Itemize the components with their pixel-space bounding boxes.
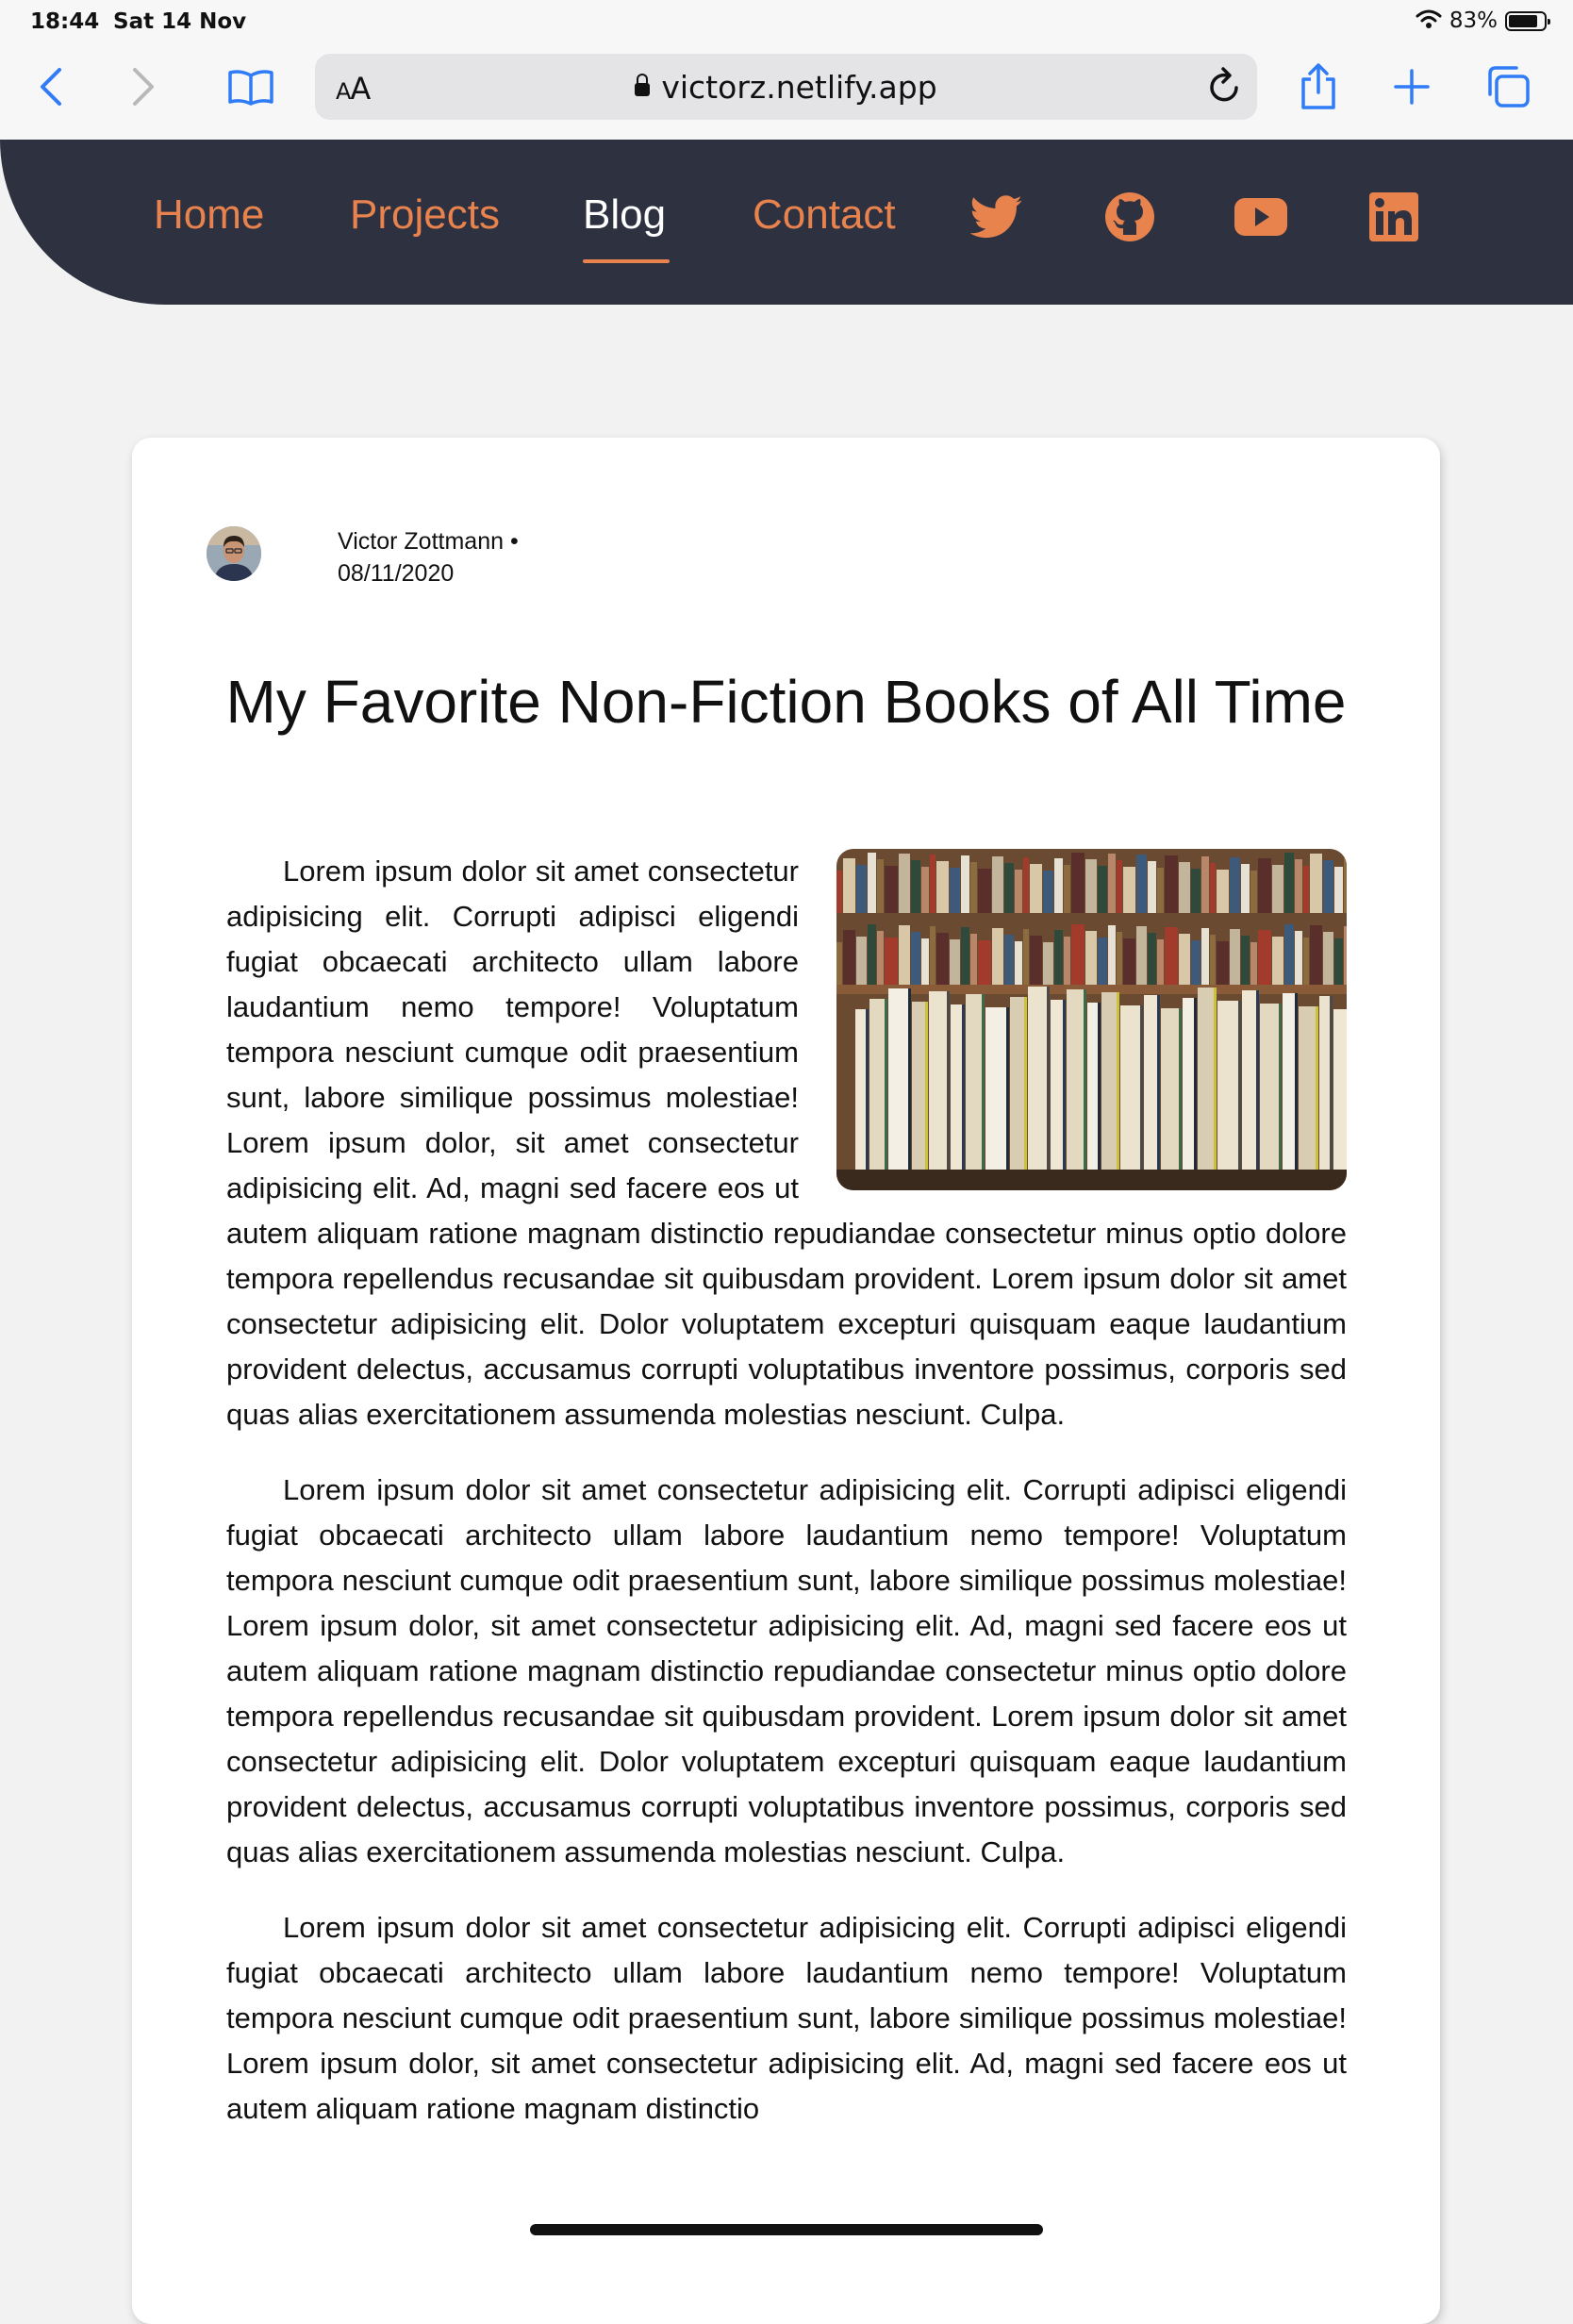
status-date: Sat 14 Nov bbox=[113, 9, 247, 34]
home-indicator bbox=[530, 2224, 1043, 2235]
blog-post-card: Victor Zottmann • 08/11/2020 My Favorite… bbox=[132, 438, 1440, 2324]
share-icon[interactable] bbox=[1290, 58, 1347, 115]
active-nav-underline bbox=[583, 259, 670, 263]
post-date: 08/11/2020 bbox=[338, 560, 455, 587]
new-tab-icon[interactable] bbox=[1383, 58, 1440, 115]
nav-blog-link[interactable]: Blog bbox=[583, 191, 666, 239]
back-icon[interactable] bbox=[23, 58, 79, 115]
author-avatar bbox=[207, 526, 261, 581]
forward-icon[interactable] bbox=[115, 58, 172, 115]
github-icon[interactable] bbox=[1101, 189, 1158, 245]
reload-icon[interactable] bbox=[1206, 65, 1244, 110]
twitter-icon[interactable] bbox=[969, 189, 1025, 245]
battery-percentage: 83% bbox=[1449, 8, 1498, 33]
status-indicators: 83% bbox=[1416, 8, 1550, 33]
nav-contact-link[interactable]: Contact bbox=[753, 191, 896, 239]
books-image bbox=[836, 849, 1347, 1190]
post-content: Lorem ipsum dolor sit amet consectetur a… bbox=[226, 849, 1347, 2162]
battery-icon bbox=[1505, 10, 1550, 31]
post-title: My Favorite Non-Fiction Books of All Tim… bbox=[225, 668, 1347, 736]
nav-projects-link[interactable]: Projects bbox=[350, 191, 500, 239]
linkedin-icon[interactable] bbox=[1366, 189, 1422, 245]
lock-icon bbox=[635, 74, 651, 96]
url-display[interactable]: victorz.netlify.app bbox=[315, 69, 1257, 106]
tabs-icon[interactable] bbox=[1480, 58, 1536, 115]
status-bar: 18:44 Sat 14 Nov 83% bbox=[0, 0, 1573, 45]
bookmarks-icon[interactable] bbox=[223, 58, 279, 115]
address-bar[interactable]: AA victorz.netlify.app bbox=[315, 54, 1257, 120]
site-navbar: Home Projects Blog Contact bbox=[0, 140, 1573, 305]
nav-home-link[interactable]: Home bbox=[154, 191, 264, 239]
youtube-icon[interactable] bbox=[1233, 189, 1289, 245]
post-meta: Victor Zottmann • 08/11/2020 bbox=[338, 525, 519, 589]
url-text: victorz.netlify.app bbox=[661, 69, 937, 106]
status-time: 18:44 bbox=[30, 9, 100, 34]
wifi-icon bbox=[1416, 8, 1442, 33]
author-name: Victor Zottmann • bbox=[338, 528, 519, 555]
post-paragraph: Lorem ipsum dolor sit amet consectetur a… bbox=[226, 1473, 1347, 1868]
post-paragraph: Lorem ipsum dolor sit amet consectetur a… bbox=[226, 1911, 1347, 2125]
